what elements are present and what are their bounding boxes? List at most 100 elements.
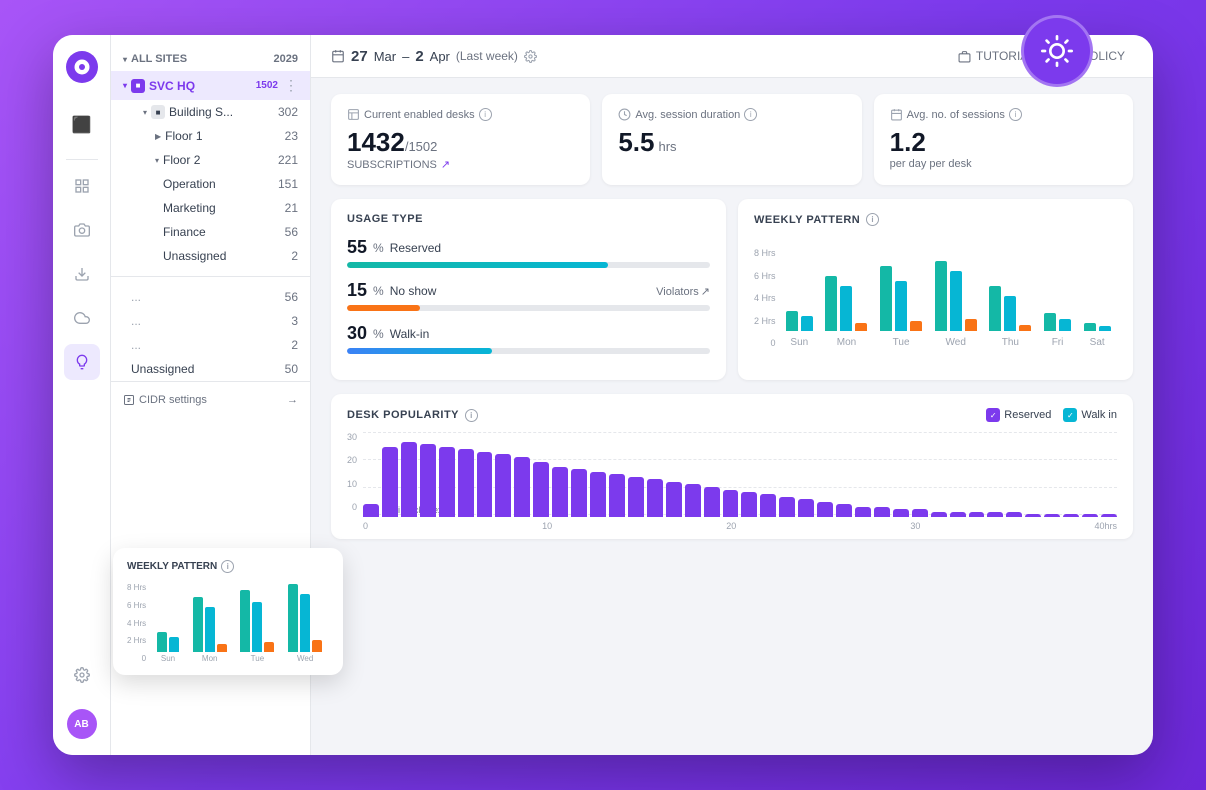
noshow-progress xyxy=(347,305,710,311)
pop-bar-item xyxy=(836,504,852,517)
pop-bar xyxy=(1082,514,1098,517)
noshow-label: No show xyxy=(390,284,437,298)
nav-building[interactable]: ▾ ■ Building S... 302 xyxy=(111,100,310,124)
date-range: 27 Mar – 2 Apr (Last week) xyxy=(331,48,537,65)
pop-bar xyxy=(590,472,606,517)
pop-bar xyxy=(363,504,379,517)
pop-bar-item xyxy=(779,497,795,517)
date-end-month: Apr xyxy=(430,49,450,64)
sidebar-icon-grid[interactable] xyxy=(64,168,100,204)
user-avatar[interactable]: AB xyxy=(67,709,97,739)
cidr-settings[interactable]: CIDR settings → xyxy=(111,381,310,418)
pop-bar xyxy=(628,477,644,517)
pop-bar-item xyxy=(401,442,417,517)
violators-link[interactable]: Violators ↗ xyxy=(656,285,710,298)
pop-bar xyxy=(552,467,568,517)
sidebar-icon-layers[interactable]: ⬛ xyxy=(64,107,100,143)
stat-desks-value: 1432 xyxy=(347,127,405,158)
stat-sessions-sub: per day per desk xyxy=(890,158,1117,170)
lightbulb-badge xyxy=(1021,15,1093,87)
nav-extra-2[interactable]: ... 3 xyxy=(111,309,310,333)
pop-bar xyxy=(533,462,549,517)
pop-bar-item xyxy=(628,477,644,517)
pop-bar xyxy=(817,502,833,517)
sidebar-icon-lightbulb[interactable] xyxy=(64,344,100,380)
pop-bar-item xyxy=(1063,514,1079,517)
pop-bar-item xyxy=(571,469,587,517)
pop-bar-item xyxy=(912,509,928,517)
sidebar-icon-download[interactable] xyxy=(64,256,100,292)
building-label: Building S... xyxy=(169,105,233,119)
pop-bar-item xyxy=(439,447,455,517)
sidebar-icon-camera[interactable] xyxy=(64,212,100,248)
pop-bar xyxy=(798,499,814,517)
pop-bar-item xyxy=(1044,514,1060,517)
nav-floor1[interactable]: ▶ Floor 1 23 xyxy=(111,124,310,148)
noshow-pct: 15 xyxy=(347,280,367,301)
popularity-x-axis: 0 10 20 30 40hrs xyxy=(363,521,1117,531)
dashboard: Current enabled desks i 1432 /1502 SUBSC… xyxy=(311,78,1153,755)
week-col-mon: Mon xyxy=(825,276,867,348)
nav-extra-3[interactable]: ... 2 xyxy=(111,333,310,357)
nav-operation[interactable]: Operation 151 xyxy=(111,172,310,196)
stats-row: Current enabled desks i 1432 /1502 SUBSC… xyxy=(331,94,1133,185)
legend-checkbox-walkin: ✓ xyxy=(1063,408,1077,422)
pop-bar xyxy=(1063,514,1079,517)
pop-bar xyxy=(420,444,436,517)
date-separator: – xyxy=(402,49,409,64)
nav-finance[interactable]: Finance 56 xyxy=(111,220,310,244)
pop-bar-item xyxy=(931,512,947,517)
pop-bar xyxy=(760,494,776,517)
nav-all-sites[interactable]: ▾ ALL SITES 2029 xyxy=(111,47,310,71)
usage-walkin: 30 % Walk-in xyxy=(347,323,710,354)
pop-bar-item xyxy=(704,487,720,517)
popup-title: WEEKLY PATTERN i xyxy=(127,560,329,573)
week-col-sat: Sat xyxy=(1084,323,1111,348)
legend-checkbox-reserved: ✓ xyxy=(986,408,1000,422)
pop-bar-item xyxy=(987,512,1003,517)
nav-marketing[interactable]: Marketing 21 xyxy=(111,196,310,220)
usage-reserved: 55 % Reserved xyxy=(347,237,710,268)
weekly-chart: Sun Mon xyxy=(780,238,1117,348)
app-logo[interactable] xyxy=(66,51,98,83)
svc-hq-label: SVC HQ xyxy=(149,79,195,93)
weekly-pattern-card: WEEKLY PATTERN i 8 Hrs 6 Hrs 4 Hrs 2 Hrs… xyxy=(738,199,1133,380)
date-end-bold: 2 xyxy=(415,48,423,65)
usage-noshow: 15 % No show Violators ↗ xyxy=(347,280,710,311)
pop-bar-item xyxy=(647,479,663,517)
reserved-progress xyxy=(347,262,710,268)
weekly-pattern-title: WEEKLY PATTERN i xyxy=(754,213,1117,226)
pop-bar-item xyxy=(741,492,757,517)
nav-floor2[interactable]: ▾ Floor 2 221 xyxy=(111,148,310,172)
nav-svc-hq[interactable]: ▾ ■ SVC HQ 1502 ⋮ xyxy=(111,71,310,100)
walkin-pct: 30 xyxy=(347,323,367,344)
stat-card-duration: Avg. session duration i 5.5 hrs xyxy=(602,94,861,185)
pop-bar xyxy=(1025,514,1041,517)
all-sites-count: 2029 xyxy=(274,53,298,65)
nav-extra-1[interactable]: ... 56 xyxy=(111,285,310,309)
popup-info-icon: i xyxy=(221,560,234,573)
pop-bar-item xyxy=(458,449,474,517)
pop-bar-item xyxy=(495,454,511,517)
pop-bar-item xyxy=(950,512,966,517)
pop-bar-item xyxy=(477,452,493,517)
pop-bar xyxy=(382,447,398,517)
sidebar-icon-settings[interactable] xyxy=(64,657,100,693)
desk-popularity-card: DESK POPULARITY i ✓ Reserved ✓ Walk in xyxy=(331,394,1133,539)
pop-bar xyxy=(401,442,417,517)
pop-bar-item xyxy=(874,507,890,517)
floor2-count: 221 xyxy=(278,153,298,167)
pop-bar xyxy=(439,447,455,517)
sidebar: ⬛ AB xyxy=(53,35,111,755)
external-link-icon[interactable]: ↗ xyxy=(441,158,450,171)
stat-sessions-value: 1.2 xyxy=(890,127,926,157)
sidebar-icon-cloud[interactable] xyxy=(64,300,100,336)
nav-unassigned[interactable]: Unassigned 2 xyxy=(111,244,310,268)
pop-bar xyxy=(836,504,852,517)
svc-hq-count: 1502 xyxy=(256,80,278,91)
dept-unassigned-count: 2 xyxy=(291,249,298,263)
pop-bar xyxy=(1044,514,1060,517)
pop-bar xyxy=(704,487,720,517)
pop-bar-item xyxy=(760,494,776,517)
nav-unassigned2[interactable]: Unassigned 50 xyxy=(111,357,310,381)
